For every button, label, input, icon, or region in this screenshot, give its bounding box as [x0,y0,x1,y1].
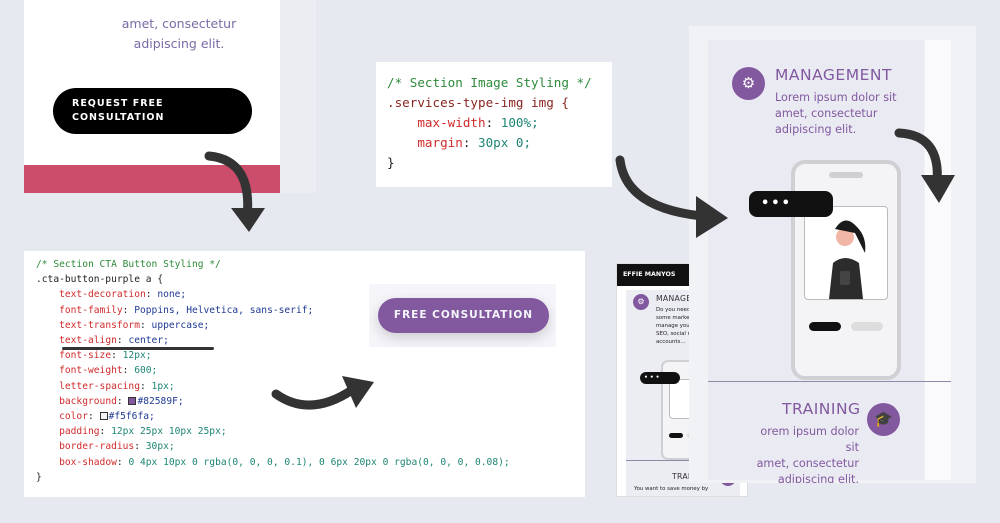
code-close-brace: } [387,155,395,170]
code-selector: .services-type-img img { [387,95,569,110]
text-align-underline [62,347,214,350]
arrow-down-icon [894,128,955,203]
code-prop: max-width [417,115,486,130]
brand-name[interactable]: EFFIE MANYOS [623,271,675,278]
code-value: #f5f6fa; [108,411,155,423]
text-line: amet, consectetur [756,457,859,470]
color-swatch [128,396,137,405]
code-prop: text-decoration [59,289,146,301]
original-cta-text: amet, consectetur adipiscing elit. [84,14,274,54]
arrow-down-icon [204,151,265,232]
phone-screen [804,206,888,300]
code-prop: color [59,411,88,423]
code-prop: font-size [59,350,112,362]
phone-button [809,322,841,331]
new-cta-preview-panel: FREE CONSULTATION [369,284,556,347]
tablet-scroll-strip [925,40,951,480]
phone-button [851,322,883,331]
text-line: Lorem ipsum dolor sit [775,91,897,104]
button-line-2: CONSULTATION [72,112,165,123]
phone-button [669,433,683,438]
phone-notch [829,172,863,178]
code-value: 100%; [500,115,539,130]
arrow-right-icon [271,376,374,410]
graduation-cap-icon: 🎓 [867,403,900,436]
gears-icon: ⚙ [633,294,649,310]
code-value: #82589F; [137,395,184,407]
person-illustration [829,220,866,299]
tablet-management-title: MANAGEMENT [775,66,892,84]
divider [708,381,951,382]
code-value: uppercase; [151,319,210,331]
text-line: adipiscing elit. [777,473,859,483]
code-value: Poppins, Helvetica, sans-serif; [134,304,314,316]
tablet-training-title: TRAINING [782,400,861,418]
code-value: 12px 25px 10px 25px; [111,426,227,438]
code-prop: margin [417,135,463,150]
chat-bubble: ••• [640,372,680,384]
code-value: 12px; [122,350,152,362]
lorem-line-2: adipiscing elit. [133,36,225,51]
code-comment: /* Section CTA Button Styling */ [36,259,221,270]
chat-bubble: ••• [749,191,833,217]
button-line-1: REQUEST FREE [72,98,164,109]
code-prop: text-align [59,335,117,347]
code-prop: letter-spacing [59,380,140,392]
lorem-line-1: amet, consectetur [121,16,237,31]
tablet-management-text: Lorem ipsum dolor sit amet, consectetur … [775,90,897,138]
code-prop: background [59,395,117,407]
code-value: center; [128,335,169,347]
tablet-training-text: orem ipsum dolor sit amet, consectetur a… [747,424,859,483]
image-styling-code-panel: /* Section Image Styling */ .services-ty… [376,62,612,187]
gears-icon: ⚙ [732,67,765,100]
code-value: 30px 0; [478,135,532,150]
code-value: 30px; [145,441,175,453]
code-prop: border-radius [59,441,135,453]
code-comment: /* Section Image Styling */ [387,75,592,90]
code-prop: padding [59,426,100,438]
tablet-preview-panel: ⚙ MANAGEMENT Lorem ipsum dolor sit amet,… [689,26,976,483]
code-value: 0 4px 10px 0 rgba(0, 0, 0, 0.1), 0 6px 2… [128,456,510,468]
code-close-brace: } [36,471,42,483]
arrow-curve-icon [615,155,728,238]
text-line: orem ipsum dolor sit [760,425,859,454]
free-consultation-button[interactable]: FREE CONSULTATION [378,298,549,333]
request-free-consultation-button[interactable]: REQUEST FREE CONSULTATION [53,88,252,134]
mobile-training-text: You want to save money by [634,486,709,492]
code-prop: box-shadow [59,456,117,468]
code-value: none; [157,289,187,301]
code-prop: font-family [59,304,123,316]
code-prop: text-transform [59,319,140,331]
text-line: amet, consectetur [775,107,878,120]
code-selector: .cta-button-purple a { [36,274,164,286]
text-line: adipiscing elit. [775,123,857,136]
code-value: 1px; [151,380,175,392]
color-swatch [99,412,108,421]
code-value: 600; [134,365,158,377]
code-prop: font-weight [59,365,123,377]
